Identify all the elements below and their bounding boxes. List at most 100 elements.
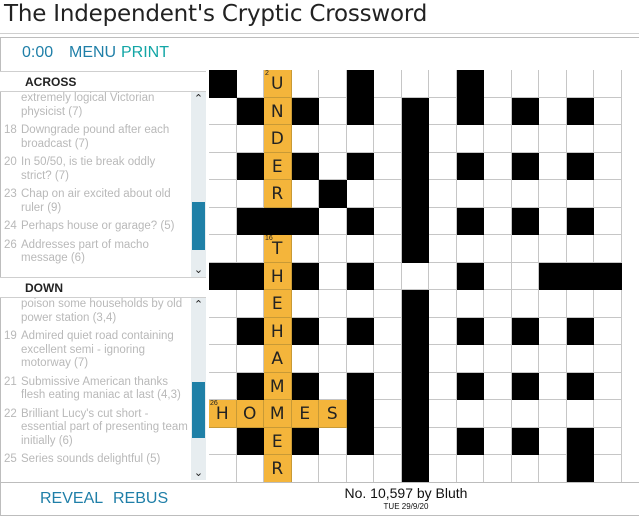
- grid-cell[interactable]: [429, 207, 457, 235]
- grid-cell[interactable]: [291, 345, 319, 373]
- grid-cell[interactable]: [346, 345, 374, 373]
- grid-cell[interactable]: [594, 290, 622, 318]
- grid-cell[interactable]: [374, 400, 402, 428]
- grid-cell[interactable]: [484, 125, 512, 153]
- grid-cell[interactable]: [594, 400, 622, 428]
- grid-cell[interactable]: [429, 97, 457, 125]
- grid-cell[interactable]: [291, 290, 319, 318]
- grid-cell[interactable]: [209, 427, 237, 455]
- grid-cell[interactable]: [374, 207, 402, 235]
- grid-cell[interactable]: [319, 207, 347, 235]
- grid-cell[interactable]: [346, 180, 374, 208]
- grid-cell[interactable]: [594, 455, 622, 482]
- grid-cell[interactable]: [511, 235, 539, 263]
- grid-cell[interactable]: [374, 152, 402, 180]
- clue-item[interactable]: 18 Downgrade pound after each broadcast (…: [0, 124, 191, 151]
- grid-cell[interactable]: [209, 235, 237, 263]
- grid-cell[interactable]: [484, 290, 512, 318]
- grid-cell[interactable]: [209, 290, 237, 318]
- grid-cell[interactable]: 16 T: [264, 235, 292, 263]
- grid-cell[interactable]: [539, 235, 567, 263]
- grid-cell[interactable]: [511, 345, 539, 373]
- clue-item[interactable]: 22 Brilliant Lucy's cut short - essential…: [0, 408, 191, 449]
- grid-cell[interactable]: [484, 345, 512, 373]
- grid-cell[interactable]: [456, 455, 484, 482]
- grid-cell[interactable]: [539, 70, 567, 98]
- grid-cell[interactable]: [374, 427, 402, 455]
- grid-cell[interactable]: [429, 317, 457, 345]
- grid-cell[interactable]: E: [264, 290, 292, 318]
- grid-cell[interactable]: [566, 235, 594, 263]
- grid-cell[interactable]: [539, 455, 567, 482]
- grid-cell[interactable]: [566, 125, 594, 153]
- grid-cell[interactable]: [236, 455, 264, 482]
- chevron-down-icon[interactable]: ⌄: [191, 467, 206, 479]
- clue-item[interactable]: 24 Perhaps house or garage? (5): [0, 220, 191, 234]
- rebus-button[interactable]: REBUS: [113, 490, 168, 508]
- grid-cell[interactable]: [291, 70, 319, 98]
- grid-cell[interactable]: R: [264, 180, 292, 208]
- grid-cell[interactable]: [209, 97, 237, 125]
- grid-cell[interactable]: [456, 125, 484, 153]
- grid-cell[interactable]: [484, 70, 512, 98]
- grid-cell[interactable]: [319, 262, 347, 290]
- chevron-up-icon[interactable]: ⌃: [191, 299, 206, 311]
- chevron-up-icon[interactable]: ⌃: [191, 93, 206, 105]
- grid-cell[interactable]: [319, 235, 347, 263]
- grid-cell[interactable]: [374, 97, 402, 125]
- grid-cell[interactable]: [511, 262, 539, 290]
- timer[interactable]: 0:00: [22, 44, 53, 62]
- grid-cell[interactable]: [429, 400, 457, 428]
- grid-cell[interactable]: [484, 427, 512, 455]
- grid-cell[interactable]: [594, 372, 622, 400]
- grid-cell[interactable]: [429, 345, 457, 373]
- down-scrollbar[interactable]: ⌃ ⌄: [191, 298, 206, 480]
- grid-cell[interactable]: [209, 180, 237, 208]
- grid-cell[interactable]: [374, 262, 402, 290]
- grid-cell[interactable]: [236, 125, 264, 153]
- grid-cell[interactable]: [209, 207, 237, 235]
- grid-cell[interactable]: [319, 290, 347, 318]
- grid-cell[interactable]: [209, 317, 237, 345]
- grid-cell[interactable]: [319, 97, 347, 125]
- grid-cell[interactable]: R: [264, 455, 292, 482]
- grid-cell[interactable]: [374, 70, 402, 98]
- grid-cell[interactable]: [209, 152, 237, 180]
- grid-cell[interactable]: [429, 262, 457, 290]
- grid-cell[interactable]: [429, 235, 457, 263]
- grid-cell[interactable]: [594, 180, 622, 208]
- down-scroll-thumb[interactable]: [192, 382, 205, 438]
- grid-cell[interactable]: [539, 180, 567, 208]
- clue-item[interactable]: 19 Admired quiet road containing excellen…: [0, 330, 191, 371]
- print-button[interactable]: PRINT: [121, 44, 169, 62]
- grid-cell[interactable]: [346, 455, 374, 482]
- grid-cell[interactable]: [374, 455, 402, 482]
- grid-cell[interactable]: A: [264, 345, 292, 373]
- grid-cell[interactable]: H: [264, 317, 292, 345]
- grid-cell[interactable]: [319, 427, 347, 455]
- grid-cell[interactable]: [511, 455, 539, 482]
- grid-cell[interactable]: [209, 125, 237, 153]
- grid-cell[interactable]: [594, 427, 622, 455]
- grid-cell[interactable]: [539, 207, 567, 235]
- grid-cell[interactable]: [291, 180, 319, 208]
- grid-cell[interactable]: [566, 70, 594, 98]
- grid-cell[interactable]: [594, 152, 622, 180]
- grid-cell[interactable]: D: [264, 125, 292, 153]
- grid-cell[interactable]: [456, 400, 484, 428]
- clue-item[interactable]: extremely logical Victorian physicist (7…: [0, 92, 191, 119]
- grid-cell[interactable]: [594, 207, 622, 235]
- reveal-button[interactable]: REVEAL: [40, 490, 103, 508]
- grid-cell[interactable]: [209, 455, 237, 482]
- grid-cell[interactable]: 26 H: [209, 400, 237, 428]
- grid-cell[interactable]: [594, 317, 622, 345]
- grid-cell[interactable]: [209, 345, 237, 373]
- grid-cell[interactable]: [319, 317, 347, 345]
- grid-cell[interactable]: [456, 345, 484, 373]
- grid-cell[interactable]: 2U: [264, 70, 292, 98]
- menu-button[interactable]: MENU: [69, 44, 116, 62]
- grid-cell[interactable]: S: [319, 400, 347, 428]
- grid-cell[interactable]: [209, 372, 237, 400]
- clue-item[interactable]: 21 Submissive American thanks flesh eatin…: [0, 376, 191, 403]
- grid-cell[interactable]: [374, 235, 402, 263]
